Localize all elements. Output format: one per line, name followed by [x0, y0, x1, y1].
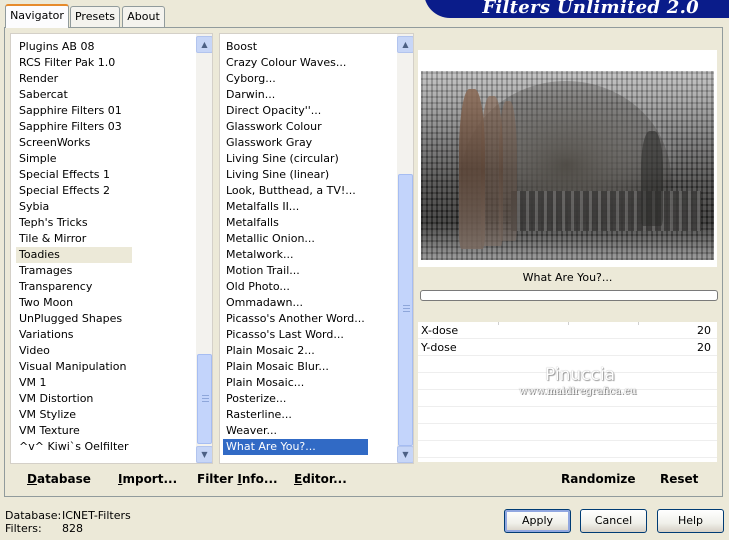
- filter-list-item[interactable]: Posterize...: [223, 391, 368, 407]
- navigator-panel: Plugins AB 08 RCS Filter Pak 1.0 Render Sab…: [4, 27, 723, 497]
- title-banner: Filters Unlimited 2.0: [424, 0, 729, 18]
- filter-list-item[interactable]: Weaver...: [223, 423, 368, 439]
- filter-list-item[interactable]: Look, Butthead, a TV!...: [223, 183, 368, 199]
- category-list-item[interactable]: ScreenWorks: [16, 135, 132, 151]
- category-list-item[interactable]: VM Distortion: [16, 391, 132, 407]
- category-list-item[interactable]: Render: [16, 71, 132, 87]
- status-filters-value: 828: [62, 522, 83, 535]
- filter-list-item[interactable]: Metalfalls II...: [223, 199, 368, 215]
- param-label: X-dose: [421, 324, 459, 337]
- category-list-item[interactable]: Special Effects 2: [16, 183, 132, 199]
- category-list-item[interactable]: Two Moon: [16, 295, 132, 311]
- status-database-value: ICNET-Filters: [62, 509, 131, 522]
- cancel-button[interactable]: Cancel: [580, 509, 647, 533]
- category-list-item[interactable]: Video: [16, 343, 132, 359]
- category-list-item[interactable]: VM Stylize: [16, 407, 132, 423]
- filter-list-item[interactable]: Rasterline...: [223, 407, 368, 423]
- filter-list-item[interactable]: Metalwork...: [223, 247, 368, 263]
- category-list-item[interactable]: Sybia: [16, 199, 132, 215]
- category-items: Plugins AB 08 RCS Filter Pak 1.0 Render Sab…: [16, 39, 132, 455]
- reset-button[interactable]: Reset: [660, 472, 698, 486]
- editor-button[interactable]: Editor...: [294, 472, 347, 486]
- filter-list-item[interactable]: Plain Mosaic...: [223, 375, 368, 391]
- tab-about[interactable]: About: [122, 6, 165, 27]
- param-row-y-dose[interactable]: Y-dose 20: [418, 339, 717, 356]
- progress-bar: [420, 290, 718, 301]
- filter-list-item[interactable]: Cyborg...: [223, 71, 368, 87]
- category-list-item[interactable]: Simple: [16, 151, 132, 167]
- category-list-item[interactable]: Special Effects 1: [16, 167, 132, 183]
- filter-list-item[interactable]: Darwin...: [223, 87, 368, 103]
- apply-button[interactable]: Apply: [504, 509, 571, 533]
- filter-list-item[interactable]: Direct Opacity''...: [223, 103, 368, 119]
- import-button[interactable]: Import...: [118, 472, 177, 486]
- filter-items: Boost Crazy Colour Waves... Cyborg... Darwi…: [223, 39, 368, 455]
- watermark-name: Pinuccia: [545, 365, 615, 385]
- scroll-down-button[interactable]: ▼: [397, 446, 413, 463]
- category-list-item[interactable]: RCS Filter Pak 1.0: [16, 55, 132, 71]
- category-list-item[interactable]: Toadies: [16, 247, 132, 263]
- category-list-item[interactable]: UnPlugged Shapes: [16, 311, 132, 327]
- param-value: 20: [697, 341, 711, 354]
- category-list-item[interactable]: Tramages: [16, 263, 132, 279]
- randomize-button[interactable]: Randomize: [561, 472, 635, 486]
- filter-list-item[interactable]: Ommadawn...: [223, 295, 368, 311]
- scroll-down-button[interactable]: ▼: [196, 446, 212, 463]
- tab-presets[interactable]: Presets: [70, 6, 120, 27]
- filter-list-item[interactable]: Picasso's Another Word...: [223, 311, 368, 327]
- banner-title: Filters Unlimited 2.0: [482, 0, 699, 18]
- scroll-thumb[interactable]: [398, 174, 413, 446]
- filter-list-item[interactable]: Boost: [223, 39, 368, 55]
- category-list-item[interactable]: Tile & Mirror: [16, 231, 132, 247]
- filter-list-item[interactable]: What Are You?...: [223, 439, 368, 455]
- filter-list-item[interactable]: Plain Mosaic 2...: [223, 343, 368, 359]
- filter-list-item[interactable]: Metallic Onion...: [223, 231, 368, 247]
- filter-info-button[interactable]: Filter Info...: [197, 472, 278, 486]
- preview-image[interactable]: [421, 71, 714, 260]
- scroll-thumb[interactable]: [197, 354, 212, 444]
- category-list-item[interactable]: VM Texture: [16, 423, 132, 439]
- filter-list-item[interactable]: Metalfalls: [223, 215, 368, 231]
- category-list-item[interactable]: Sapphire Filters 01: [16, 103, 132, 119]
- preview-frame: [418, 50, 717, 267]
- category-list-item[interactable]: Variations: [16, 327, 132, 343]
- filter-list-item[interactable]: Living Sine (linear): [223, 167, 368, 183]
- category-list-item[interactable]: Plugins AB 08: [16, 39, 132, 55]
- filter-list-item[interactable]: Motion Trail...: [223, 263, 368, 279]
- scroll-up-button[interactable]: ▲: [196, 36, 212, 53]
- category-scrollbar[interactable]: ▲ ▼: [196, 34, 212, 463]
- param-value: 20: [697, 324, 711, 337]
- filter-scrollbar[interactable]: ▲ ▼: [397, 34, 413, 463]
- filter-list-item[interactable]: Living Sine (circular): [223, 151, 368, 167]
- filter-list-item[interactable]: Old Photo...: [223, 279, 368, 295]
- param-label: Y-dose: [421, 341, 457, 354]
- help-button[interactable]: Help: [657, 509, 724, 533]
- filter-list-item[interactable]: Crazy Colour Waves...: [223, 55, 368, 71]
- category-list-item[interactable]: Sapphire Filters 03: [16, 119, 132, 135]
- tab-navigator[interactable]: Navigator: [5, 4, 69, 28]
- filter-list-item[interactable]: Picasso's Last Word...: [223, 327, 368, 343]
- scroll-up-button[interactable]: ▲: [397, 36, 413, 53]
- category-list-item[interactable]: VM 1: [16, 375, 132, 391]
- database-button[interactable]: Database: [27, 472, 91, 486]
- filter-name-label: What Are You?...: [418, 267, 717, 289]
- empty-param-row: [418, 424, 717, 441]
- status-filters-label: Filters:: [5, 522, 42, 535]
- watermark-url: www.maidiregrafica.eu: [519, 386, 637, 397]
- empty-param-row: [418, 407, 717, 424]
- filter-list-item[interactable]: Glasswork Colour: [223, 119, 368, 135]
- category-list-item[interactable]: Transparency: [16, 279, 132, 295]
- category-list-item[interactable]: Teph's Tricks: [16, 215, 132, 231]
- filter-list-item[interactable]: Plain Mosaic Blur...: [223, 359, 368, 375]
- category-list[interactable]: Plugins AB 08 RCS Filter Pak 1.0 Render Sab…: [10, 33, 213, 464]
- param-row-x-dose[interactable]: X-dose 20: [418, 322, 717, 339]
- category-list-item[interactable]: ^v^ Kiwi`s Oelfilter: [16, 439, 132, 455]
- category-list-item[interactable]: Visual Manipulation: [16, 359, 132, 375]
- category-list-item[interactable]: Sabercat: [16, 87, 132, 103]
- filter-list[interactable]: Boost Crazy Colour Waves... Cyborg... Darwi…: [219, 33, 414, 464]
- status-database-label: Database:: [5, 509, 62, 522]
- filter-list-item[interactable]: Glasswork Gray: [223, 135, 368, 151]
- empty-param-row: [418, 441, 717, 458]
